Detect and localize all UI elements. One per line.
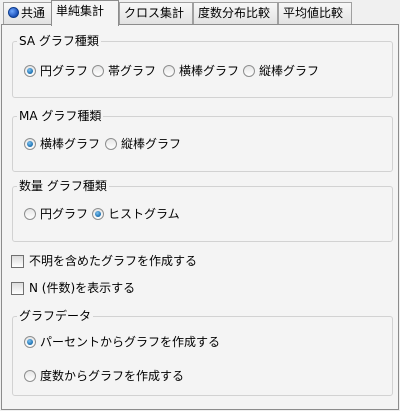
sa-option-vertical-bar[interactable]: 縦棒グラフ: [243, 63, 319, 79]
sa-option-band[interactable]: 帯グラフ: [92, 63, 156, 79]
tab-label: 平均値比較: [283, 6, 344, 20]
show-n-checkbox[interactable]: N (件数)を表示する: [11, 280, 135, 296]
radio-button[interactable]: [163, 65, 175, 77]
radio-button[interactable]: [92, 65, 104, 77]
option-label: 縦棒グラフ: [259, 64, 320, 78]
graph-data-group: グラフデータ パーセントからグラフを作成する 度数からグラフを作成する: [12, 308, 393, 396]
group-title: グラフデータ: [17, 308, 94, 324]
tab-label: 度数分布比較: [198, 6, 271, 20]
tab-label: 単純集計: [56, 4, 105, 18]
tab-frequency-comparison[interactable]: 度数分布比較: [193, 2, 278, 24]
tab-bar: 共通 単純集計 クロス集計 度数分布比較 平均値比較: [0, 0, 400, 26]
tab-label: 共通: [21, 6, 46, 20]
quantity-option-histogram[interactable]: ヒストグラム: [92, 206, 180, 222]
checkbox-label: 不明を含めたグラフを作成する: [29, 254, 198, 268]
sa-option-pie[interactable]: 円グラフ: [24, 63, 88, 79]
option-label: 横棒グラフ: [40, 137, 101, 151]
radio-button[interactable]: [24, 370, 36, 382]
tab-simple-tabulation[interactable]: 単純集計: [51, 0, 119, 26]
ma-option-horizontal-bar[interactable]: 横棒グラフ: [24, 136, 100, 152]
option-label: 度数からグラフを作成する: [40, 369, 185, 383]
tab-label: クロス集計: [124, 6, 185, 20]
checkbox[interactable]: [11, 281, 24, 295]
checkbox[interactable]: [11, 254, 24, 268]
quantity-option-pie[interactable]: 円グラフ: [24, 206, 88, 222]
quantity-graph-type-group: 数量 グラフ種類 円グラフ ヒストグラム: [12, 178, 393, 242]
include-unknown-checkbox[interactable]: 不明を含めたグラフを作成する: [11, 253, 197, 269]
graph-data-option-percent[interactable]: パーセントからグラフを作成する: [24, 334, 220, 350]
option-label: 横棒グラフ: [179, 64, 240, 78]
group-title: 数量 グラフ種類: [17, 178, 109, 194]
sa-option-horizontal-bar[interactable]: 横棒グラフ: [163, 63, 239, 79]
globe-icon: [8, 7, 19, 18]
option-label: 縦棒グラフ: [121, 137, 182, 151]
group-title: SA グラフ種類: [17, 33, 101, 49]
tab-panel: SA グラフ種類 円グラフ 帯グラフ 横棒グラフ 縦棒グラフ MA グラフ種類 …: [1, 24, 399, 410]
radio-button[interactable]: [92, 208, 104, 220]
ma-option-vertical-bar[interactable]: 縦棒グラフ: [105, 136, 181, 152]
tab-common[interactable]: 共通: [3, 2, 52, 24]
ma-graph-type-group: MA グラフ種類 横棒グラフ 縦棒グラフ: [12, 108, 393, 172]
tab-mean-comparison[interactable]: 平均値比較: [278, 2, 352, 24]
option-label: 帯グラフ: [108, 64, 157, 78]
option-label: パーセントからグラフを作成する: [40, 335, 221, 349]
graph-data-option-frequency[interactable]: 度数からグラフを作成する: [24, 368, 184, 384]
radio-button[interactable]: [24, 336, 36, 348]
group-title: MA グラフ種類: [17, 108, 104, 124]
checkbox-label: N (件数)を表示する: [29, 281, 136, 295]
radio-button[interactable]: [24, 208, 36, 220]
radio-button[interactable]: [243, 65, 255, 77]
radio-button[interactable]: [24, 138, 36, 150]
radio-button[interactable]: [105, 138, 117, 150]
option-label: 円グラフ: [40, 64, 89, 78]
radio-button[interactable]: [24, 65, 36, 77]
option-label: 円グラフ: [40, 207, 89, 221]
option-label: ヒストグラム: [108, 207, 180, 221]
sa-graph-type-group: SA グラフ種類 円グラフ 帯グラフ 横棒グラフ 縦棒グラフ: [12, 33, 393, 98]
tab-cross-tabulation[interactable]: クロス集計: [119, 2, 193, 24]
